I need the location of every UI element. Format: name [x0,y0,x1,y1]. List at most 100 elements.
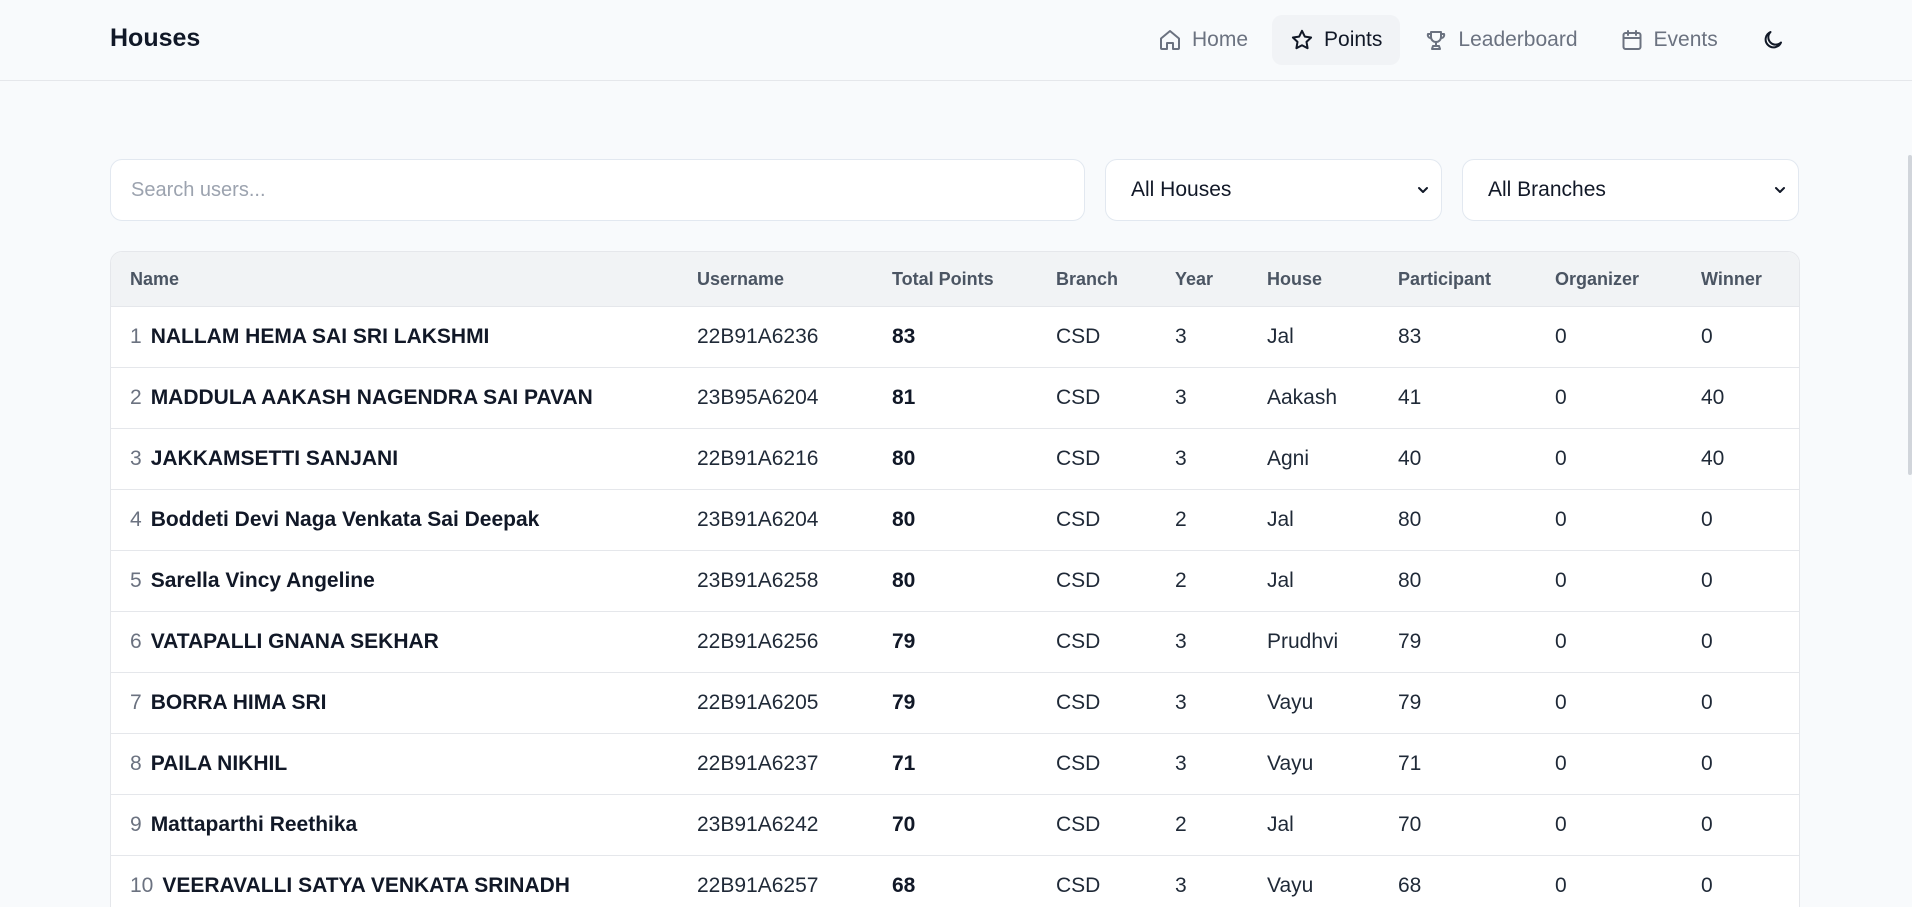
cell-name-text: JAKKAMSETTI SANJANI [150,447,399,470]
cell-branch: CSD [1056,569,1101,592]
star-icon [1291,29,1313,50]
house-select-value: All Houses [1131,178,1232,201]
app-title[interactable]: Houses [110,24,200,53]
cell-participant: 83 [1398,325,1422,348]
cell-username: 22B91A6236 [697,325,819,348]
cell-organizer: 0 [1555,386,1567,409]
cell-house: Jal [1267,813,1294,836]
cell-house: Jal [1267,508,1294,531]
cell-organizer: 0 [1555,752,1567,775]
cell-participant: 68 [1398,874,1422,897]
cell-organizer: 0 [1555,691,1567,714]
cell-year: 3 [1175,752,1187,775]
table-row[interactable]: 3 JAKKAMSETTI SANJANI 22B91A6216 80 CSD 3… [111,428,1799,489]
header-branch[interactable]: Branch [1056,269,1118,290]
branch-select[interactable]: All Branches [1462,159,1799,221]
cell-username: 23B95A6204 [697,386,819,409]
cell-branch: CSD [1056,691,1101,714]
theme-toggle-button[interactable] [1748,15,1798,65]
cell-username: 22B91A6256 [697,630,819,653]
cell-house: Vayu [1267,752,1314,775]
trophy-icon [1427,31,1446,50]
cell-name-text: MADDULA AAKASH NAGENDRA SAI PAVAN [150,386,593,409]
cell-rank: 3 [130,447,142,470]
nav-item-home[interactable]: Home [1140,15,1266,65]
cell-year: 2 [1175,508,1187,531]
cell-name: 5 Sarella Vincy Angeline [130,551,375,611]
header-username[interactable]: Username [697,269,784,290]
nav-item-home-label: Home [1192,28,1249,51]
nav-menu: Home Points Leaderboard Events [1140,15,1798,65]
cell-name: 4 Boddeti Devi Naga Venkata Sai Deepak [130,490,539,550]
cell-winner: 0 [1701,569,1713,592]
nav-item-events[interactable]: Events [1602,15,1736,65]
cell-username: 22B91A6216 [697,447,819,470]
home-icon [1160,30,1180,50]
cell-total-points: 80 [892,508,916,531]
cell-rank: 2 [130,386,142,409]
points-table: Name Username Total Points Branch Year H… [110,251,1800,907]
cell-winner: 0 [1701,630,1713,653]
chevron-down-icon [1775,187,1785,193]
cell-winner: 0 [1701,813,1713,836]
cell-name: 6 VATAPALLI GNANA SEKHAR [130,612,439,672]
house-select[interactable]: All Houses [1105,159,1442,221]
table-row[interactable]: 4 Boddeti Devi Naga Venkata Sai Deepak 23… [111,489,1799,550]
header-participant[interactable]: Participant [1398,269,1491,290]
cell-house: Jal [1267,325,1294,348]
cell-organizer: 0 [1555,874,1567,897]
calendar-icon [1622,30,1642,50]
header-winner[interactable]: Winner [1701,269,1762,290]
cell-organizer: 0 [1555,508,1567,531]
table-row[interactable]: 6 VATAPALLI GNANA SEKHAR 22B91A6256 79 CS… [111,611,1799,672]
cell-branch: CSD [1056,630,1101,653]
cell-year: 3 [1175,874,1187,897]
cell-name: 2 MADDULA AAKASH NAGENDRA SAI PAVAN [130,368,593,428]
table-row[interactable]: 10 VEERAVALLI SATYA VENKATA SRINADH 22B91… [111,855,1799,907]
cell-name-text: NALLAM HEMA SAI SRI LAKSHMI [150,325,490,348]
cell-name-text: VEERAVALLI SATYA VENKATA SRINADH [162,874,570,897]
cell-organizer: 0 [1555,569,1567,592]
top-navbar: Houses Home Points Leaderboard Events [0,0,1912,81]
cell-total-points: 83 [892,325,916,348]
chevron-down-icon [1418,187,1428,193]
header-organizer[interactable]: Organizer [1555,269,1639,290]
table-row[interactable]: 5 Sarella Vincy Angeline 23B91A6258 80 CS… [111,550,1799,611]
cell-participant: 71 [1398,752,1422,775]
cell-house: Prudhvi [1267,630,1339,653]
table-row[interactable]: 7 BORRA HIMA SRI 22B91A6205 79 CSD 3 Vayu… [111,672,1799,733]
cell-name-text: PAILA NIKHIL [150,752,288,775]
cell-winner: 0 [1701,508,1713,531]
page-scrollbar[interactable] [1908,155,1912,475]
cell-total-points: 79 [892,691,916,714]
table-row[interactable]: 8 PAILA NIKHIL 22B91A6237 71 CSD 3 Vayu 7… [111,733,1799,794]
nav-item-points-label: Points [1324,28,1383,51]
cell-year: 3 [1175,386,1187,409]
header-year[interactable]: Year [1175,269,1213,290]
table-row[interactable]: 9 Mattaparthi Reethika 23B91A6242 70 CSD … [111,794,1799,855]
cell-participant: 70 [1398,813,1422,836]
cell-participant: 79 [1398,691,1422,714]
cell-branch: CSD [1056,874,1101,897]
cell-name: 9 Mattaparthi Reethika [130,795,357,855]
cell-username: 22B91A6237 [697,752,819,775]
search-input[interactable] [110,159,1085,221]
nav-item-leaderboard[interactable]: Leaderboard [1406,15,1595,65]
table-row[interactable]: 1 NALLAM HEMA SAI SRI LAKSHMI 22B91A6236 … [111,306,1799,367]
nav-item-events-label: Events [1653,28,1718,51]
branch-select-value: All Branches [1488,178,1606,201]
table-header: Name Username Total Points Branch Year H… [111,252,1799,306]
cell-total-points: 80 [892,447,916,470]
header-house[interactable]: House [1267,269,1322,290]
cell-winner: 0 [1701,874,1713,897]
cell-rank: 9 [130,813,142,836]
header-total-points[interactable]: Total Points [892,269,994,290]
cell-winner: 40 [1701,386,1725,409]
cell-total-points: 70 [892,813,916,836]
cell-house: Vayu [1267,874,1314,897]
nav-item-points[interactable]: Points [1272,15,1401,65]
cell-house: Agni [1267,447,1310,470]
table-row[interactable]: 2 MADDULA AAKASH NAGENDRA SAI PAVAN 23B95… [111,367,1799,428]
cell-participant: 80 [1398,569,1422,592]
header-name[interactable]: Name [130,269,179,290]
